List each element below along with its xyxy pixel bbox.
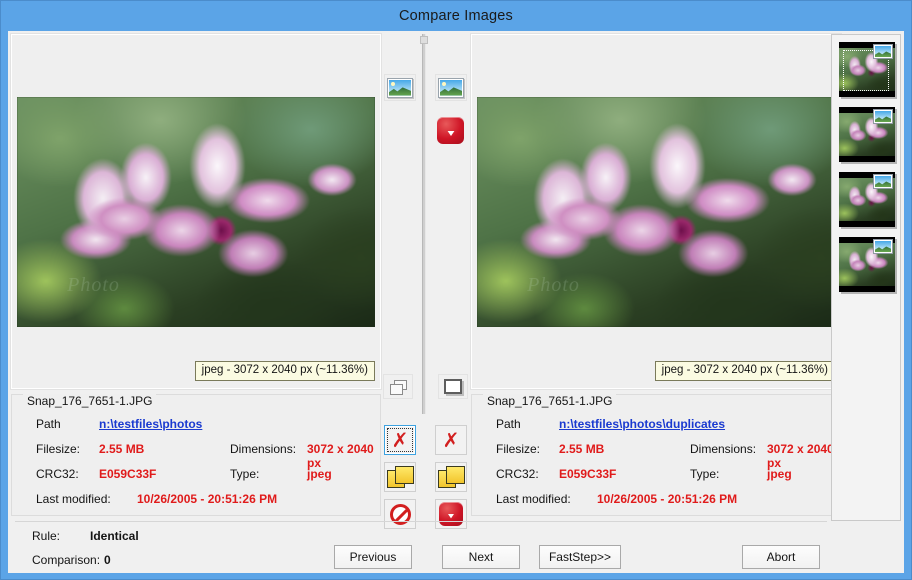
window-client-area: Photo jpeg - 3072 x 2040 px (~11.36%) Sn… — [8, 31, 904, 573]
left-crc32-value: E059C33F — [99, 467, 157, 481]
abort-button[interactable]: Abort — [742, 545, 820, 569]
thumbnail-3[interactable] — [839, 172, 895, 227]
red-down-arrow-icon — [437, 117, 464, 144]
window-maximize-icon — [444, 379, 462, 394]
right-info-grid: Path n:\testfiles\photos\duplicates File… — [472, 417, 842, 517]
picture-icon — [438, 77, 464, 98]
copy-right-button[interactable] — [435, 462, 467, 492]
picture-icon — [873, 109, 893, 124]
left-pane: Photo jpeg - 3072 x 2040 px (~11.36%) Sn… — [10, 33, 382, 516]
left-crc32-label: CRC32: — [36, 467, 79, 481]
window-titlebar: Compare Images — [1, 1, 911, 31]
right-type-value: jpeg — [767, 467, 792, 481]
right-download-button[interactable] — [437, 117, 464, 144]
copy-left-button[interactable] — [384, 462, 416, 492]
right-crc32-value: E059C33F — [559, 467, 617, 481]
window-title: Compare Images — [398, 8, 513, 24]
right-pane: Photo jpeg - 3072 x 2040 px (~11.36%) Sn… — [470, 33, 842, 516]
left-dimensions-label: Dimensions: — [230, 442, 297, 456]
rule-label: Rule: — [32, 529, 61, 543]
left-modified-row: Last modified: 10/26/2005 - 20:51:26 PM — [12, 492, 382, 517]
previous-button[interactable]: Previous — [334, 545, 412, 569]
left-size-tag: jpeg - 3072 x 2040 px (~11.36%) — [194, 361, 375, 381]
thumbnail-1[interactable] — [839, 42, 895, 97]
status-bar: Rule: Identical Comparison: 0 Previous N… — [11, 521, 901, 571]
picture-icon — [873, 239, 893, 254]
left-filesize-value: 2.55 MB — [99, 442, 145, 456]
right-dimensions-label: Dimensions: — [690, 442, 757, 456]
right-photo-orchid — [477, 97, 835, 327]
right-modified-label: Last modified: — [496, 492, 571, 506]
picture-icon — [873, 174, 893, 189]
right-image-viewport[interactable]: Photo — [477, 97, 835, 327]
left-restore-window-button[interactable] — [383, 374, 413, 399]
compare-area: Photo jpeg - 3072 x 2040 px (~11.36%) Sn… — [8, 31, 842, 529]
right-filesize-label: Filesize: — [496, 442, 541, 456]
left-modified-label: Last modified: — [36, 492, 111, 506]
red-x-icon: ✗ — [442, 428, 460, 452]
delete-right-button[interactable]: ✗ — [435, 425, 467, 455]
left-filesize-label: Filesize: — [36, 442, 81, 456]
left-type-label: Type: — [230, 467, 260, 481]
left-crc-row: CRC32: E059C33F Type: jpeg — [12, 467, 382, 492]
comparison-label: Comparison: — [32, 553, 101, 567]
left-preview-button[interactable] — [384, 74, 416, 101]
right-filesize-row: Filesize: 2.55 MB Dimensions: 3072 x 204… — [472, 442, 842, 470]
right-image-box: Photo jpeg - 3072 x 2040 px (~11.36%) — [470, 33, 842, 390]
left-path-row: Path n:\testfiles\photos — [12, 417, 382, 442]
right-filesize-value: 2.55 MB — [559, 442, 605, 456]
right-filename: Snap_176_7651-1.JPG — [483, 394, 617, 408]
picture-icon — [387, 77, 413, 98]
window-restore-icon — [390, 379, 407, 395]
left-info-grid: Path n:\testfiles\photos Filesize: 2.55 … — [12, 417, 382, 517]
left-path-label: Path — [36, 417, 61, 431]
left-filesize-row: Filesize: 2.55 MB Dimensions: 3072 x 204… — [12, 442, 382, 470]
right-path-row: Path n:\testfiles\photos\duplicates — [472, 417, 842, 442]
thumbnail-4[interactable] — [839, 237, 895, 292]
rule-value: Identical — [90, 529, 139, 543]
right-crc-row: CRC32: E059C33F Type: jpeg — [472, 467, 842, 492]
right-modified-row: Last modified: 10/26/2005 - 20:51:26 PM — [472, 492, 842, 517]
compare-images-window: Compare Images Photo jpeg - 3072 x 2040 … — [0, 0, 912, 580]
faststep-button[interactable]: FastStep>> — [539, 545, 621, 569]
thumbnail-2[interactable] — [839, 107, 895, 162]
comparison-value: 0 — [104, 553, 111, 567]
copy-notes-icon — [438, 466, 465, 488]
picture-icon — [873, 44, 893, 59]
splitter-grip[interactable] — [420, 36, 428, 44]
left-path-link[interactable]: n:\testfiles\photos — [99, 417, 202, 431]
thumbnail-strip[interactable] — [831, 34, 901, 521]
left-filename: Snap_176_7651-1.JPG — [23, 394, 157, 408]
right-size-tag: jpeg - 3072 x 2040 px (~11.36%) — [654, 361, 835, 381]
focus-outline — [387, 428, 413, 452]
left-image-viewport[interactable]: Photo — [17, 97, 375, 327]
pane-splitter[interactable] — [420, 34, 428, 414]
delete-left-button[interactable]: ✗ — [384, 425, 416, 455]
left-type-value: jpeg — [307, 467, 332, 481]
left-image-box: Photo jpeg - 3072 x 2040 px (~11.36%) — [10, 33, 382, 390]
splitter-bar — [422, 34, 426, 414]
next-button[interactable]: Next — [442, 545, 520, 569]
left-dimensions-value: 3072 x 2040 px — [307, 442, 374, 470]
left-info-box: Snap_176_7651-1.JPG Path n:\testfiles\ph… — [11, 394, 381, 516]
divider — [15, 521, 827, 522]
left-modified-value: 10/26/2005 - 20:51:26 PM — [137, 492, 278, 506]
right-info-box: Snap_176_7651-1.JPG Path n:\testfiles\ph… — [471, 394, 841, 516]
right-crc32-label: CRC32: — [496, 467, 539, 481]
right-type-label: Type: — [690, 467, 720, 481]
copy-notes-icon — [387, 466, 414, 488]
left-photo-orchid — [17, 97, 375, 327]
right-path-label: Path — [496, 417, 521, 431]
right-modified-value: 10/26/2005 - 20:51:26 PM — [597, 492, 738, 506]
right-maximize-window-button[interactable] — [438, 374, 468, 399]
right-path-link[interactable]: n:\testfiles\photos\duplicates — [559, 417, 725, 431]
right-preview-button[interactable] — [435, 74, 467, 101]
